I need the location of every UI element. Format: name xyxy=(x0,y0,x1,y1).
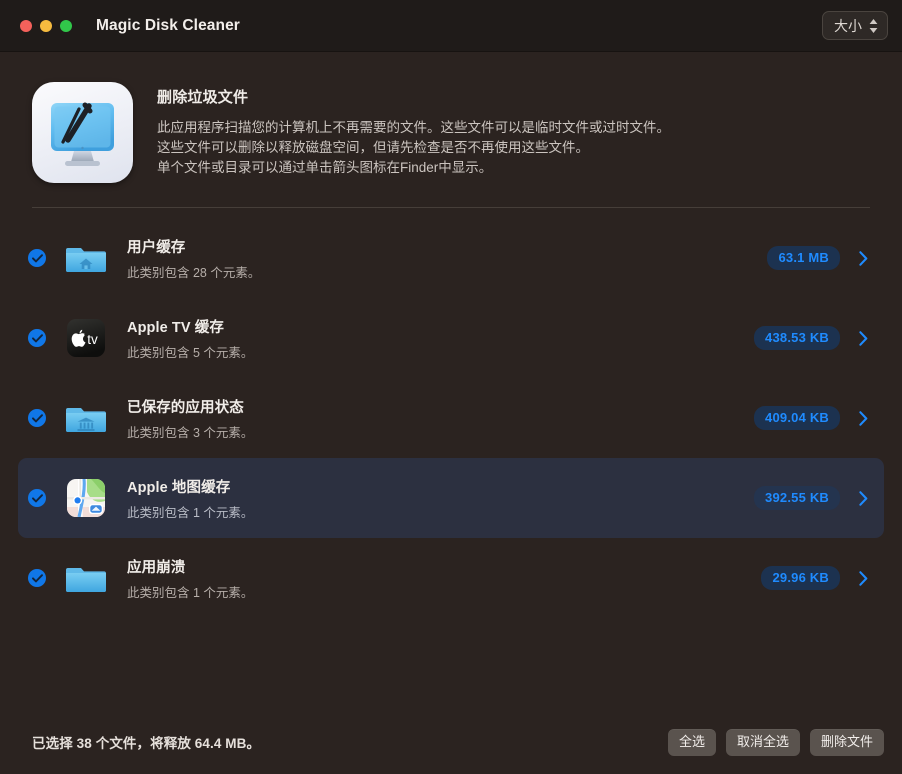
row-title: Apple TV 缓存 xyxy=(127,319,224,336)
row-text: 应用崩溃 此类别包含 1 个元素。 xyxy=(127,556,761,601)
chevron-right-icon[interactable] xyxy=(856,490,870,506)
status-badge: 29.96 KB xyxy=(761,566,840,590)
select-all-button[interactable]: 全选 xyxy=(667,728,716,756)
window-title: Magic Disk Cleaner xyxy=(96,16,240,34)
footer: 已选择 38 个文件，将释放 64.4 MB。 全选 取消全选 删除文件 xyxy=(0,710,902,774)
chevron-right-icon[interactable] xyxy=(856,330,870,346)
close-button[interactable] xyxy=(20,19,32,32)
table-row[interactable]: Apple 地图缓存 此类别包含 1 个元素。 392.55 KB xyxy=(18,458,884,538)
footer-buttons: 全选 取消全选 删除文件 xyxy=(667,728,884,756)
row-subtitle: 此类别包含 28 个元素。 xyxy=(127,265,261,280)
section-divider xyxy=(32,207,870,208)
row-title: Apple 地图缓存 xyxy=(127,479,231,496)
apple-tv-icon: tv xyxy=(65,317,107,359)
folder-home-icon xyxy=(65,237,107,279)
folder-library-icon xyxy=(65,397,107,439)
table-row[interactable]: 已保存的应用状态 此类别包含 3 个元素。 409.04 KB xyxy=(18,378,884,458)
category-list: 用户缓存 此类别包含 28 个元素。 63.1 MB tv Apple TV 缓… xyxy=(0,218,902,710)
row-title: 用户缓存 xyxy=(127,239,186,256)
apple-maps-icon xyxy=(65,477,107,519)
row-text: 用户缓存 此类别包含 28 个元素。 xyxy=(127,236,767,281)
row-text: 已保存的应用状态 此类别包含 3 个元素。 xyxy=(127,396,754,441)
selection-status-text: 已选择 38 个文件，将释放 64.4 MB。 xyxy=(32,736,261,751)
delete-files-button[interactable]: 删除文件 xyxy=(809,728,884,756)
row-title: 已保存的应用状态 xyxy=(127,399,244,416)
intro-description: 此应用程序扫描您的计算机上不再需要的文件。这些文件可以是临时文件或过时文件。 这… xyxy=(157,118,670,178)
status-badge: 409.04 KB xyxy=(754,406,840,430)
status-badge: 63.1 MB xyxy=(767,246,840,270)
titlebar: Magic Disk Cleaner 大小 xyxy=(0,0,902,52)
status-badge: 392.55 KB xyxy=(754,486,840,510)
chevron-right-icon[interactable] xyxy=(856,250,870,266)
row-title: 应用崩溃 xyxy=(127,559,186,576)
row-checkbox[interactable] xyxy=(28,409,46,427)
chevron-right-icon[interactable] xyxy=(856,570,870,586)
size-sort-popup-button[interactable]: 大小 xyxy=(822,11,888,40)
size-popup-label: 大小 xyxy=(834,17,862,34)
deselect-all-button[interactable]: 取消全选 xyxy=(725,728,800,756)
zoom-button[interactable] xyxy=(60,19,72,32)
table-row[interactable]: tv Apple TV 缓存 此类别包含 5 个元素。 438.53 KB xyxy=(18,298,884,378)
intro-section: 删除垃圾文件 此应用程序扫描您的计算机上不再需要的文件。这些文件可以是临时文件或… xyxy=(0,52,902,183)
app-icon-disk-cleaner xyxy=(32,82,133,183)
svg-text:tv: tv xyxy=(87,332,98,347)
intro-description-line-2: 这些文件可以删除以释放磁盘空间，但请先检查是否不再使用这些文件。 xyxy=(157,140,589,155)
row-checkbox[interactable] xyxy=(28,489,46,507)
intro-text: 删除垃圾文件 此应用程序扫描您的计算机上不再需要的文件。这些文件可以是临时文件或… xyxy=(157,82,670,178)
traffic-lights xyxy=(20,19,72,32)
row-subtitle: 此类别包含 5 个元素。 xyxy=(127,345,254,360)
intro-title: 删除垃圾文件 xyxy=(157,89,249,106)
row-subtitle: 此类别包含 1 个元素。 xyxy=(127,505,254,520)
app-window: Magic Disk Cleaner 大小 删除垃圾文件 此应用程序扫描您的计算… xyxy=(0,0,902,774)
row-subtitle: 此类别包含 3 个元素。 xyxy=(127,425,254,440)
row-text: Apple TV 缓存 此类别包含 5 个元素。 xyxy=(127,316,754,361)
minimize-button[interactable] xyxy=(40,19,52,32)
intro-description-line-1: 此应用程序扫描您的计算机上不再需要的文件。这些文件可以是临时文件或过时文件。 xyxy=(157,120,670,135)
row-text: Apple 地图缓存 此类别包含 1 个元素。 xyxy=(127,476,754,521)
row-checkbox[interactable] xyxy=(28,329,46,347)
folder-plain-icon xyxy=(65,557,107,599)
table-row[interactable]: 用户缓存 此类别包含 28 个元素。 63.1 MB xyxy=(18,218,884,298)
chevron-up-down-icon xyxy=(869,18,878,33)
status-badge: 438.53 KB xyxy=(754,326,840,350)
row-checkbox[interactable] xyxy=(28,249,46,267)
row-subtitle: 此类别包含 1 个元素。 xyxy=(127,585,254,600)
intro-description-line-3: 单个文件或目录可以通过单击箭头图标在Finder中显示。 xyxy=(157,160,493,175)
chevron-right-icon[interactable] xyxy=(856,410,870,426)
table-row[interactable]: 应用崩溃 此类别包含 1 个元素。 29.96 KB xyxy=(18,538,884,618)
row-checkbox[interactable] xyxy=(28,569,46,587)
